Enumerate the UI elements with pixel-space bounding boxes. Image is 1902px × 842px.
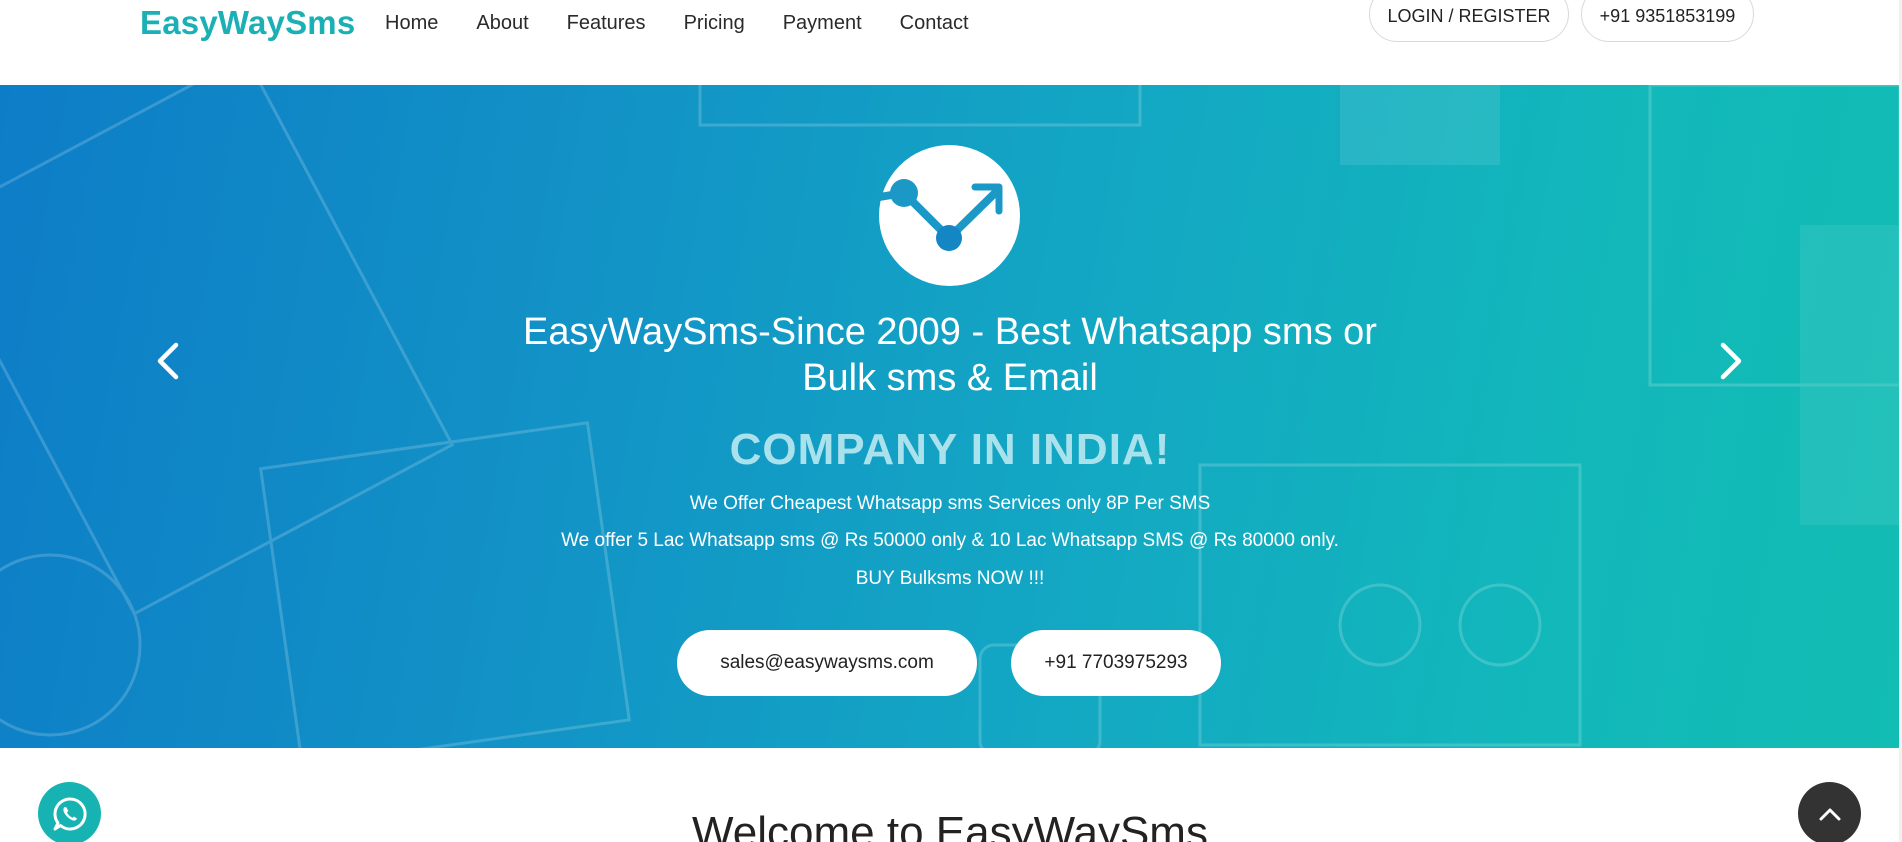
nav-features[interactable]: Features (567, 12, 646, 35)
login-register-button[interactable]: LOGIN / REGISTER (1369, 0, 1569, 42)
whatsapp-icon (53, 796, 87, 830)
chevron-up-icon (1819, 808, 1840, 820)
brand-logo[interactable]: EasyWaySms (140, 4, 355, 42)
hero-phone-button[interactable]: +91 7703975293 (1011, 630, 1221, 696)
nav-payment[interactable]: Payment (783, 12, 862, 35)
hero-title-line1: EasyWaySms-Since 2009 - Best Whatsapp sm… (523, 311, 1377, 353)
hero-slider: EasyWaySms-Since 2009 - Best Whatsapp sm… (0, 85, 1899, 748)
nav-about[interactable]: About (476, 12, 528, 35)
page: EasyWaySms Home About Features Pricing P… (0, 0, 1902, 842)
nav-home[interactable]: Home (385, 12, 438, 35)
header-phone-button[interactable]: +91 9351853199 (1581, 0, 1754, 42)
whatsapp-chat-button[interactable] (38, 782, 101, 842)
welcome-heading: Welcome to EasyWaySms (692, 808, 1208, 842)
slider-next-button[interactable] (1711, 331, 1751, 391)
hero-pricing-line: We offer 5 Lac Whatsapp sms @ Rs 50000 o… (561, 530, 1339, 551)
nav-pricing[interactable]: Pricing (684, 12, 745, 35)
trend-up-icon (879, 145, 1020, 286)
site-header: EasyWaySms Home About Features Pricing P… (0, 0, 1902, 85)
hero-subtitle: COMPANY IN INDIA! (729, 425, 1171, 474)
main-nav: Home About Features Pricing Payment Cont… (385, 12, 969, 35)
hero-cta-text: BUY Bulksms NOW !!! (855, 568, 1045, 589)
nav-contact[interactable]: Contact (900, 12, 969, 35)
chevron-right-icon (1720, 342, 1742, 380)
hero-title-line2: Bulk sms & Email (802, 357, 1098, 399)
chevron-left-icon (157, 342, 179, 380)
hero-offer-line: We Offer Cheapest Whatsapp sms Services … (689, 493, 1211, 514)
back-to-top-button[interactable] (1798, 782, 1861, 842)
hero-title: EasyWaySms-Since 2009 - Best Whatsapp sm… (450, 309, 1450, 401)
slider-prev-button[interactable] (148, 331, 188, 391)
email-button[interactable]: sales@easywaysms.com (677, 630, 977, 696)
